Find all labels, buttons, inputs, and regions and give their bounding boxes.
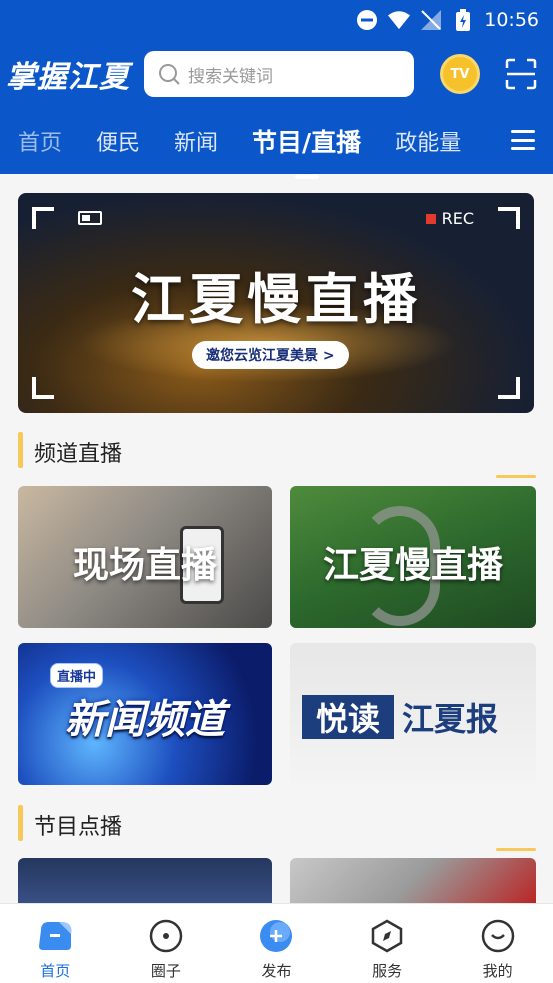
card-vod-2[interactable] <box>290 858 536 908</box>
banner-pill-button[interactable]: 邀您云览江夏美景 > <box>192 341 349 369</box>
service-icon <box>369 918 405 954</box>
category-tabs: 首页 便民 新闻 节目/直播 政能量 <box>0 108 553 179</box>
nav-label: 首页 <box>40 962 71 980</box>
live-badge: 直播中 <box>50 663 104 688</box>
app-header: 掌握江夏 搜索关键词 TV <box>0 40 553 108</box>
tab-programs-live[interactable]: 节目/直播 <box>235 123 378 179</box>
bottom-navigation: 首页 圈子 发布 服务 我的 <box>0 903 553 983</box>
card-news-channel[interactable]: 直播中 新闻频道 <box>18 643 272 785</box>
nav-profile[interactable]: 我的 <box>442 904 553 983</box>
nav-home[interactable]: 首页 <box>0 904 111 983</box>
profile-icon <box>480 918 516 954</box>
nav-label: 圈子 <box>150 962 181 980</box>
rec-indicator: REC <box>425 209 474 228</box>
card-read-jiangxia[interactable]: 悦读 江夏报 <box>290 643 536 785</box>
card-label-part: 悦读 <box>302 695 394 739</box>
publish-icon <box>258 918 294 954</box>
rec-dot-icon <box>425 213 436 224</box>
card-label: 现场直播 <box>72 545 217 586</box>
section-channel-live: 频道直播 <box>18 432 536 478</box>
nav-label: 我的 <box>482 962 513 980</box>
tab-news[interactable]: 新闻 <box>157 125 235 157</box>
section-vod: 节目点播 <box>18 805 536 851</box>
nav-label: 服务 <box>372 962 403 980</box>
section-title: 频道直播 <box>34 442 123 467</box>
nav-label: 发布 <box>261 962 292 980</box>
battery-charging-icon <box>452 9 474 31</box>
viewfinder-corner <box>32 207 54 229</box>
card-vod-1[interactable] <box>18 858 272 908</box>
card-slow-live[interactable]: 江夏慢直播 <box>290 486 536 628</box>
section-underline <box>496 848 536 851</box>
viewfinder-corner <box>32 377 54 399</box>
nav-publish[interactable]: 发布 <box>221 904 332 983</box>
do-not-disturb-icon <box>356 9 378 31</box>
no-signal-icon <box>420 9 442 31</box>
scan-button[interactable] <box>504 57 538 91</box>
banner-slow-live[interactable]: REC 江夏慢直播 邀您云览江夏美景 > <box>18 193 534 413</box>
card-live-scene[interactable]: 现场直播 <box>18 486 272 628</box>
rec-label: REC <box>441 209 474 228</box>
card-label: 江夏慢直播 <box>322 545 503 586</box>
tab-government[interactable]: 政能量 <box>378 125 478 157</box>
section-accent-bar <box>18 432 23 468</box>
banner-title: 江夏慢直播 <box>131 268 421 331</box>
section-accent-bar <box>18 805 23 841</box>
menu-icon[interactable] <box>511 130 535 150</box>
card-label: 新闻频道 <box>65 697 225 743</box>
search-placeholder: 搜索关键词 <box>188 66 273 87</box>
section-underline <box>496 475 536 478</box>
search-icon <box>159 64 180 85</box>
wifi-icon <box>388 9 411 31</box>
search-input[interactable]: 搜索关键词 <box>144 51 414 97</box>
card-label-part: 江夏报 <box>402 700 499 738</box>
tab-home[interactable]: 首页 <box>0 125 79 157</box>
app-logo: 掌握江夏 <box>6 60 130 95</box>
viewfinder-corner <box>498 377 520 399</box>
viewfinder-corner <box>498 207 520 229</box>
home-icon <box>37 918 73 954</box>
tv-button[interactable]: TV <box>440 54 480 94</box>
section-title: 节目点播 <box>34 815 123 840</box>
circle-icon <box>148 918 184 954</box>
nav-service[interactable]: 服务 <box>332 904 443 983</box>
battery-icon <box>78 211 102 225</box>
nav-circle[interactable]: 圈子 <box>111 904 222 983</box>
tab-convenience[interactable]: 便民 <box>79 125 157 157</box>
scan-icon <box>505 58 537 90</box>
status-bar: 10:56 <box>0 0 553 40</box>
status-time: 10:56 <box>484 9 539 31</box>
